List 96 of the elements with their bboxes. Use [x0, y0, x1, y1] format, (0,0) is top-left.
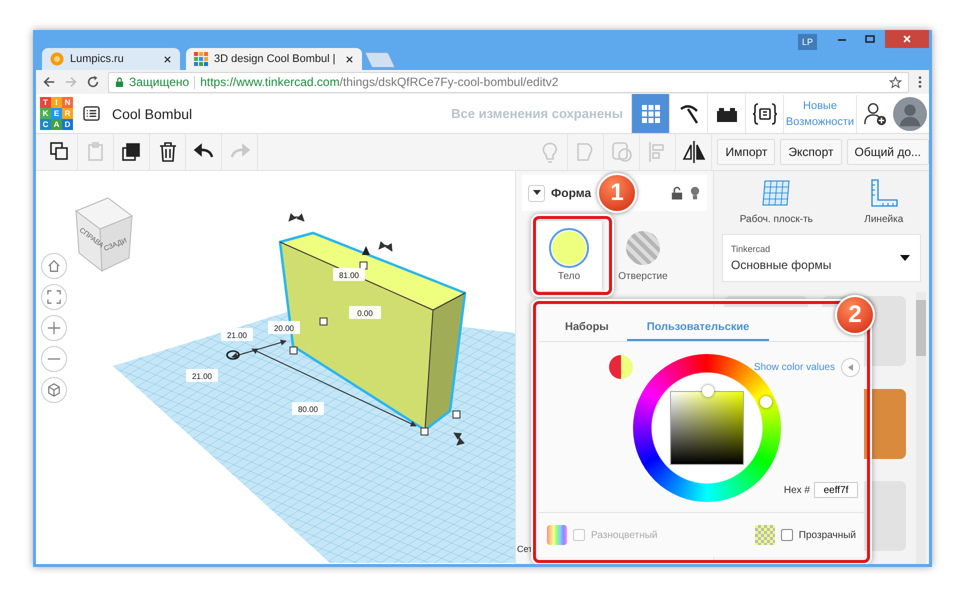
resize-handle[interactable] [420, 428, 428, 436]
resize-handle[interactable] [452, 410, 460, 418]
workplane-tool[interactable]: Рабоч. плоск-ть [734, 177, 819, 226]
library-source: Tinkercad [731, 244, 772, 254]
hole-option[interactable]: Отверстие [610, 221, 676, 291]
logo-letter: I [51, 97, 62, 108]
security-label: Защищено [129, 75, 190, 89]
save-status: Все изменения сохранены [451, 106, 623, 121]
expand-button[interactable] [841, 358, 860, 376]
logo-letter: K [40, 108, 51, 119]
resize-handle[interactable] [290, 346, 298, 354]
home-button[interactable] [41, 253, 67, 279]
hex-input[interactable]: eeff7f [814, 482, 858, 498]
close-icon[interactable] [163, 54, 172, 64]
dimension-label[interactable]: 20.00 [268, 321, 300, 334]
hue-handle[interactable] [760, 396, 772, 408]
close-icon[interactable] [345, 54, 354, 64]
logo-letter: R [62, 108, 73, 119]
dimension-label[interactable]: 0.00 [349, 306, 381, 319]
rainbow-swatch [547, 525, 567, 545]
ring-handle[interactable] [226, 350, 240, 360]
checkbox[interactable] [780, 529, 793, 541]
grid-icon [640, 104, 660, 124]
panel-title: Форма [551, 186, 592, 200]
mirror-icon [682, 140, 706, 164]
logo-letter: C [40, 119, 51, 130]
transparency-swatch [754, 525, 775, 545]
solid-option[interactable]: Тело [536, 221, 602, 291]
perspective-icon [47, 383, 61, 397]
logo-letter: D [62, 119, 73, 130]
fit-button[interactable] [41, 284, 67, 310]
saturation-square[interactable] [670, 391, 744, 465]
library-dropdown[interactable]: Tinkercad Основные формы [722, 234, 921, 282]
logo-letter: N [62, 97, 73, 108]
fit-icon [47, 290, 61, 304]
browser-tab[interactable]: Lumpics.ru [42, 48, 180, 70]
share-button[interactable]: Общий до... [846, 139, 929, 165]
profile-badge[interactable]: LP [798, 34, 817, 50]
collapse-toggle[interactable] [528, 184, 545, 202]
close-button[interactable] [885, 30, 929, 48]
checkbox-label: Разноцветный [591, 530, 658, 540]
address-field[interactable]: Защищено https://www.tinkercad.com/things/dskQfRCe7Fy-cool-bombul/editv2 [108, 72, 909, 92]
picker-tab[interactable]: Наборы [561, 321, 613, 341]
shapes-icon [610, 140, 634, 164]
menu-icon[interactable] [917, 75, 923, 89]
copy-icon [48, 141, 70, 163]
logo-letter: A [51, 119, 62, 130]
maximize-icon [865, 34, 875, 44]
grid-plane-icon [761, 178, 792, 208]
star-icon[interactable] [889, 76, 902, 88]
lift-arrow-icon[interactable] [362, 246, 370, 255]
caret-icon [532, 190, 540, 196]
add-user-icon[interactable] [863, 102, 887, 126]
dimension-label[interactable]: 21.00 [221, 328, 253, 341]
scrollbar[interactable] [916, 292, 926, 564]
back-icon[interactable] [42, 75, 56, 89]
list-icon[interactable] [83, 106, 100, 121]
logo-letter: T [40, 97, 51, 108]
export-button[interactable]: Экспорт [780, 139, 842, 165]
unlocked-padlock-icon[interactable] [671, 186, 683, 200]
current-color-swatch [609, 355, 633, 379]
flower-icon [50, 52, 64, 66]
pickaxe-icon [678, 102, 700, 124]
url-text: https://www.tinkercad.com/things/dskQfRCe7Fy-cool-bombul/editv2 [200, 75, 560, 89]
logo-letter: E [51, 108, 62, 119]
setting-label: Сет [516, 544, 532, 556]
lock-icon [115, 76, 124, 88]
reload-icon[interactable] [86, 75, 100, 89]
checkbox-label: Прозрачный [798, 530, 856, 540]
left-triangle-icon [848, 364, 853, 370]
close-icon [902, 34, 912, 44]
browser-tab[interactable]: 3D design Cool Bombul | [186, 48, 362, 70]
color-grid-icon [194, 52, 208, 66]
hex-label: Hex # [784, 484, 810, 496]
light-bulb-icon[interactable] [689, 186, 701, 200]
zoom-in-button[interactable] [41, 315, 67, 341]
dropdown-caret-icon [900, 255, 910, 261]
zoom-in-icon [47, 321, 61, 335]
library-name: Основные формы [731, 258, 832, 272]
project-name[interactable]: Cool Bombul [112, 106, 192, 122]
saturation-handle[interactable] [702, 385, 714, 397]
ruler-tool[interactable]: Линейка [858, 177, 910, 226]
resize-handle[interactable] [320, 318, 328, 326]
home-icon [47, 259, 61, 273]
code-block-icon [752, 102, 778, 124]
color-swatch [552, 230, 586, 264]
dimension-label[interactable]: 81.00 [333, 268, 365, 281]
perspective-button[interactable] [41, 377, 67, 403]
import-button[interactable]: Импорт [717, 139, 776, 165]
duplicate-icon [120, 141, 142, 163]
dimension-label[interactable]: 80.00 [292, 402, 324, 415]
avatar-icon[interactable] [893, 96, 927, 130]
hatched-swatch [626, 230, 660, 264]
dimension-label[interactable]: 21.00 [186, 369, 218, 382]
ruler-icon [868, 178, 899, 208]
resize-handle[interactable] [360, 262, 368, 270]
